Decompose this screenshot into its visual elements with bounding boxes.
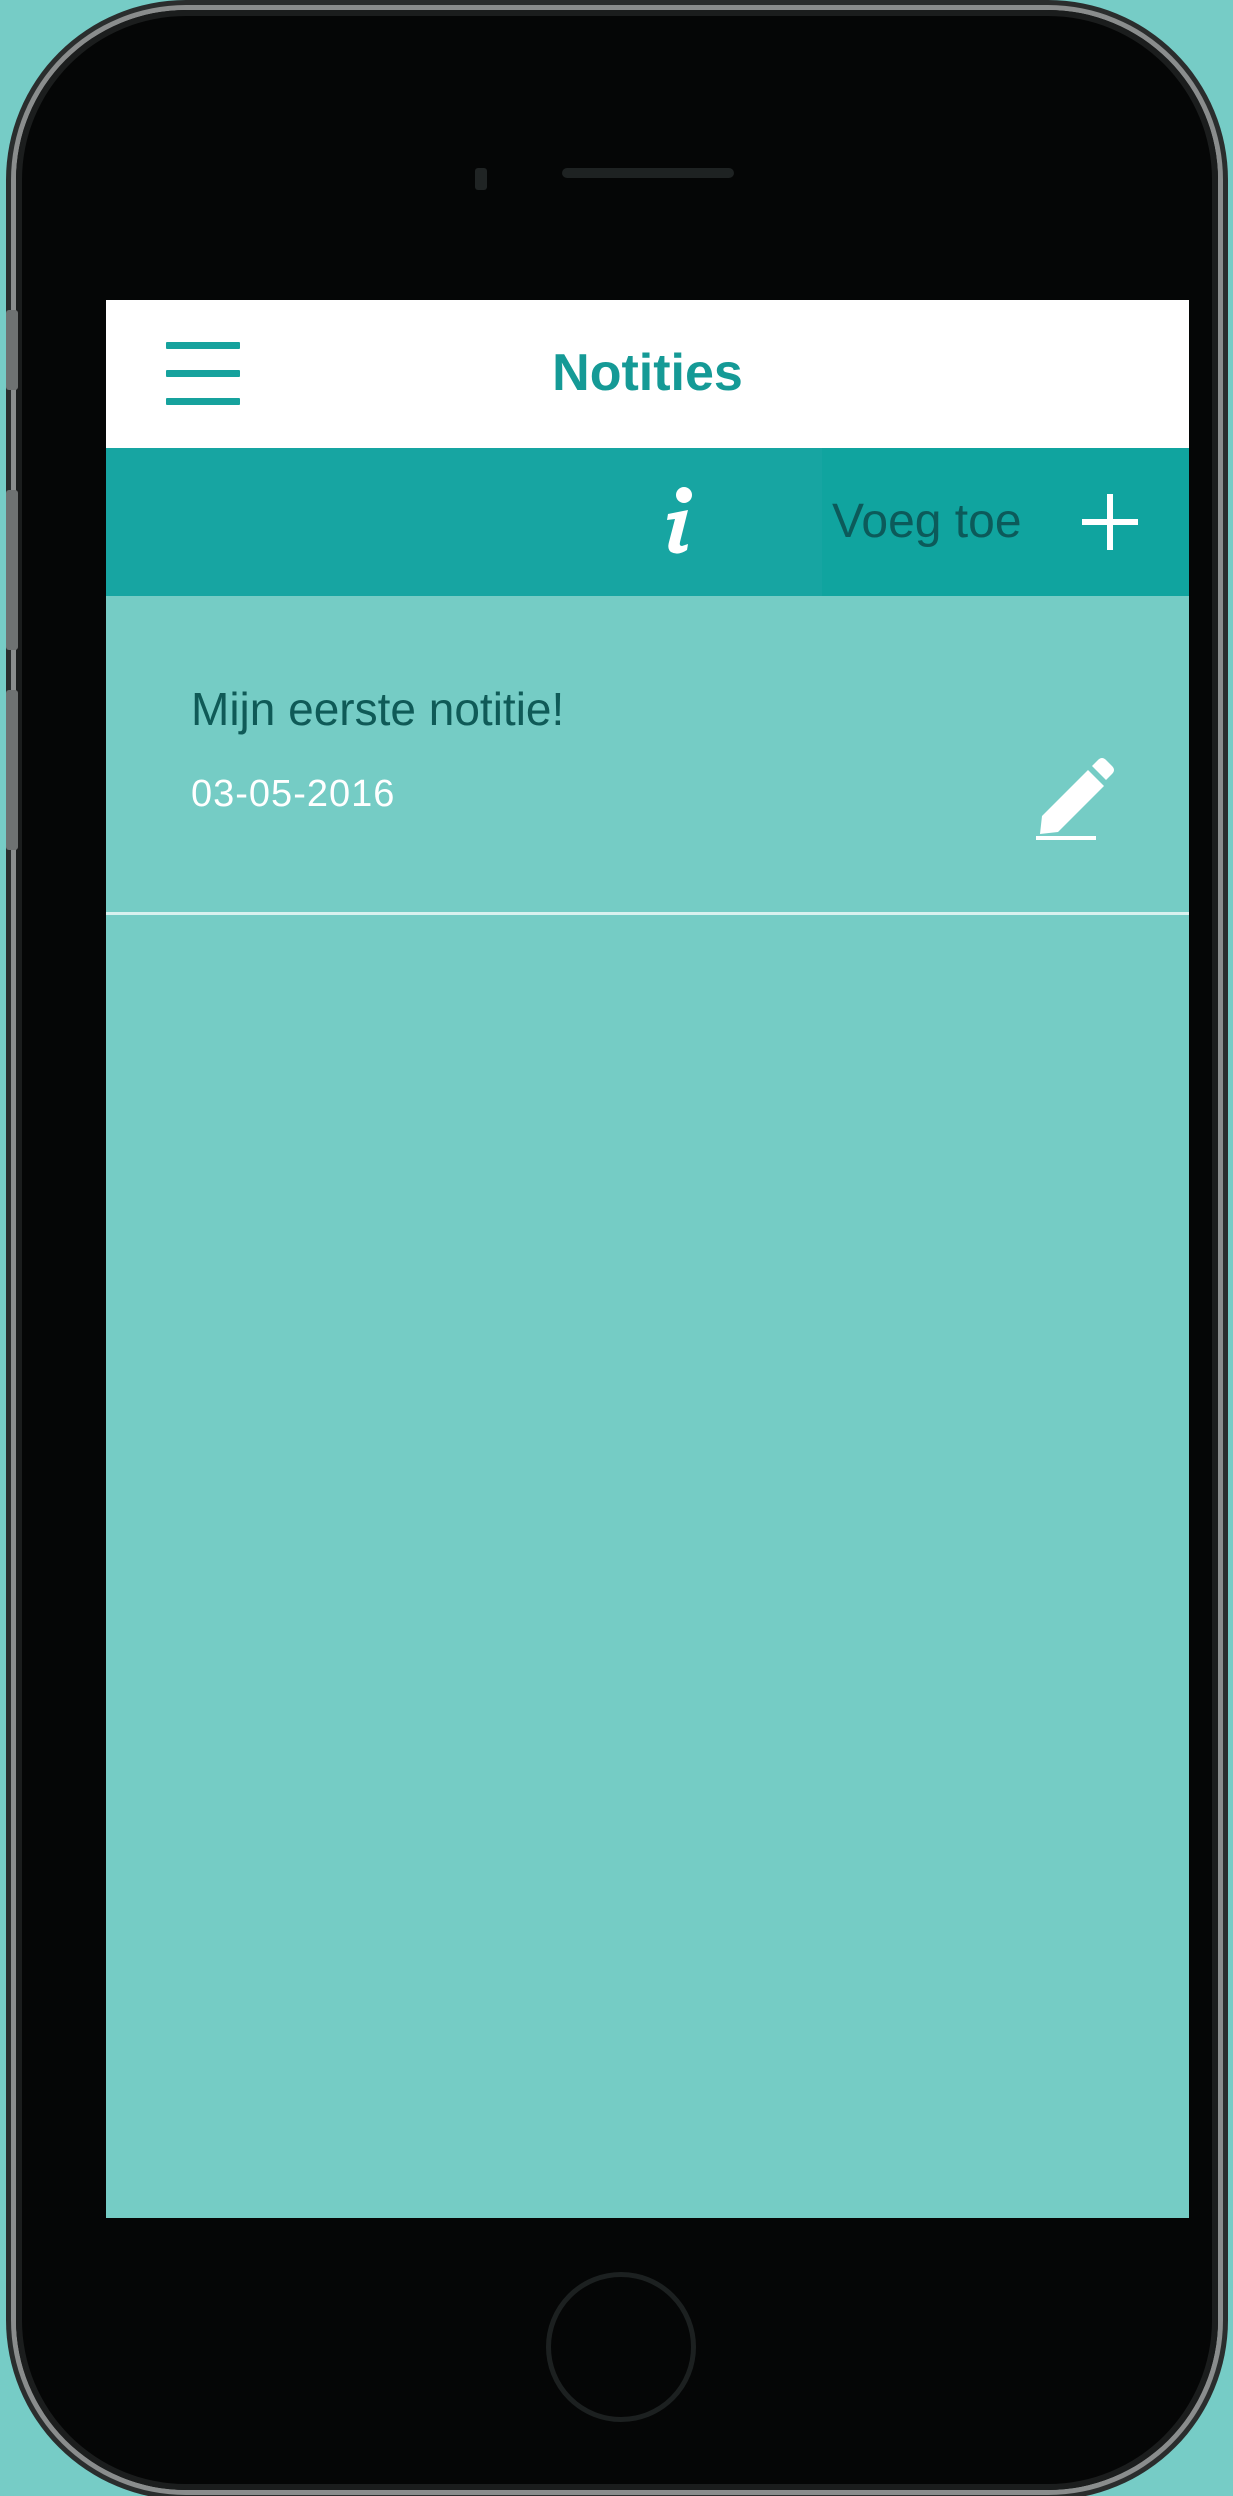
note-title: Mijn eerste notitie!	[191, 683, 565, 735]
app-screen: Notities Voeg toe Mijn eerste notitie! 0…	[106, 300, 1189, 2218]
note-date: 03-05-2016	[191, 773, 396, 815]
home-button[interactable]	[546, 2272, 696, 2422]
pencil-icon[interactable]	[1036, 756, 1116, 840]
action-toolbar: Voeg toe	[106, 448, 1189, 596]
info-icon	[667, 487, 692, 554]
mute-switch	[6, 310, 18, 390]
phone-frame: Notities Voeg toe Mijn eerste notitie! 0…	[16, 10, 1218, 2490]
info-button[interactable]	[606, 448, 752, 596]
front-camera	[475, 168, 487, 190]
notes-list: Mijn eerste notitie! 03-05-2016	[106, 596, 1189, 915]
page-title: Notities	[552, 344, 743, 402]
volume-up-button	[6, 490, 18, 650]
earpiece-speaker	[562, 168, 734, 178]
plus-icon	[1082, 494, 1138, 550]
app-header: Notities	[106, 300, 1189, 448]
volume-down-button	[6, 690, 18, 850]
add-note-button[interactable]: Voeg toe	[822, 448, 1189, 596]
add-note-label: Voeg toe	[832, 495, 1022, 548]
note-list-item[interactable]: Mijn eerste notitie! 03-05-2016	[106, 596, 1189, 915]
